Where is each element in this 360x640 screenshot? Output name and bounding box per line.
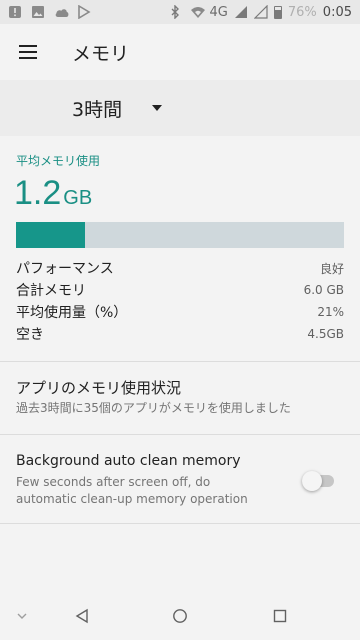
avg-memory-number: 1.2 (14, 174, 62, 212)
auto-clean-title: Background auto clean memory (16, 453, 241, 469)
image-icon (31, 5, 45, 19)
app-memory-usage-title: アプリのメモリ使用状況 (16, 379, 182, 397)
home-button[interactable] (170, 606, 190, 626)
stat-value: 21% (317, 305, 344, 319)
network-type: 4G (209, 4, 228, 20)
play-store-icon (77, 4, 91, 20)
alert-icon (8, 5, 22, 19)
signal-empty-icon (253, 4, 268, 19)
stat-value: 4.5GB (307, 327, 344, 341)
divider (0, 523, 360, 524)
stat-value: 良好 (319, 261, 344, 276)
stat-label: 平均使用量（%） (16, 305, 128, 321)
menu-button[interactable] (0, 24, 56, 80)
signal-icon (234, 5, 248, 19)
app-memory-usage-subtitle: 過去3時間に35個のアプリがメモリを使用しました (16, 401, 291, 415)
page-title: メモリ (72, 42, 130, 65)
hide-nav-button[interactable] (12, 606, 32, 626)
memory-usage-bar (16, 222, 344, 248)
wifi-icon (190, 5, 205, 19)
recents-button[interactable] (270, 606, 290, 626)
stat-row-avg-usage: 平均使用量（%） 21% (16, 302, 344, 322)
auto-clean-subtitle-line2: automatic clean-up memory operation (16, 492, 248, 506)
clock: 0:05 (322, 4, 352, 20)
battery-percent: 76% (287, 4, 317, 20)
stat-row-total-memory: 合計メモリ 6.0 GB (16, 280, 344, 300)
chevron-down-icon (17, 613, 27, 619)
stat-label: 合計メモリ (16, 283, 86, 299)
status-bar: 4G 76% 0:05 (0, 0, 360, 24)
home-icon (173, 609, 187, 623)
memory-summary: 平均メモリ使用 1.2 GB パフォーマンス 良好 合計メモリ 6.0 GB 平… (0, 136, 360, 361)
avg-memory-label: 平均メモリ使用 (16, 154, 101, 168)
battery-icon (273, 5, 282, 19)
recents-icon (273, 609, 287, 623)
app-memory-usage-item[interactable]: アプリのメモリ使用状況 過去3時間に35個のアプリがメモリを使用しました (0, 362, 360, 434)
stat-label: パフォーマンス (16, 261, 114, 277)
avg-memory-value: 1.2 GB (14, 174, 92, 213)
cloud-icon (54, 5, 69, 19)
navigation-bar (0, 592, 360, 640)
toggle-thumb (302, 471, 322, 491)
avg-memory-unit: GB (63, 187, 93, 209)
back-button[interactable] (72, 606, 92, 626)
stat-label: 空き (16, 327, 44, 343)
back-icon (75, 608, 88, 624)
auto-clean-toggle[interactable] (302, 471, 334, 491)
period-selected-value: 3時間 (72, 98, 123, 121)
auto-clean-subtitle-line1: Few seconds after screen off, do (16, 475, 211, 489)
memory-usage-fill (16, 222, 85, 248)
stat-value: 6.0 GB (303, 283, 344, 297)
menu-icon (19, 45, 37, 59)
bluetooth-icon (170, 4, 184, 20)
stat-row-free: 空き 4.5GB (16, 324, 344, 344)
app-bar: メモリ (0, 24, 360, 80)
period-dropdown[interactable]: 3時間 (0, 80, 360, 136)
dropdown-caret-icon (152, 105, 163, 111)
stat-row-performance: パフォーマンス 良好 (16, 258, 344, 278)
